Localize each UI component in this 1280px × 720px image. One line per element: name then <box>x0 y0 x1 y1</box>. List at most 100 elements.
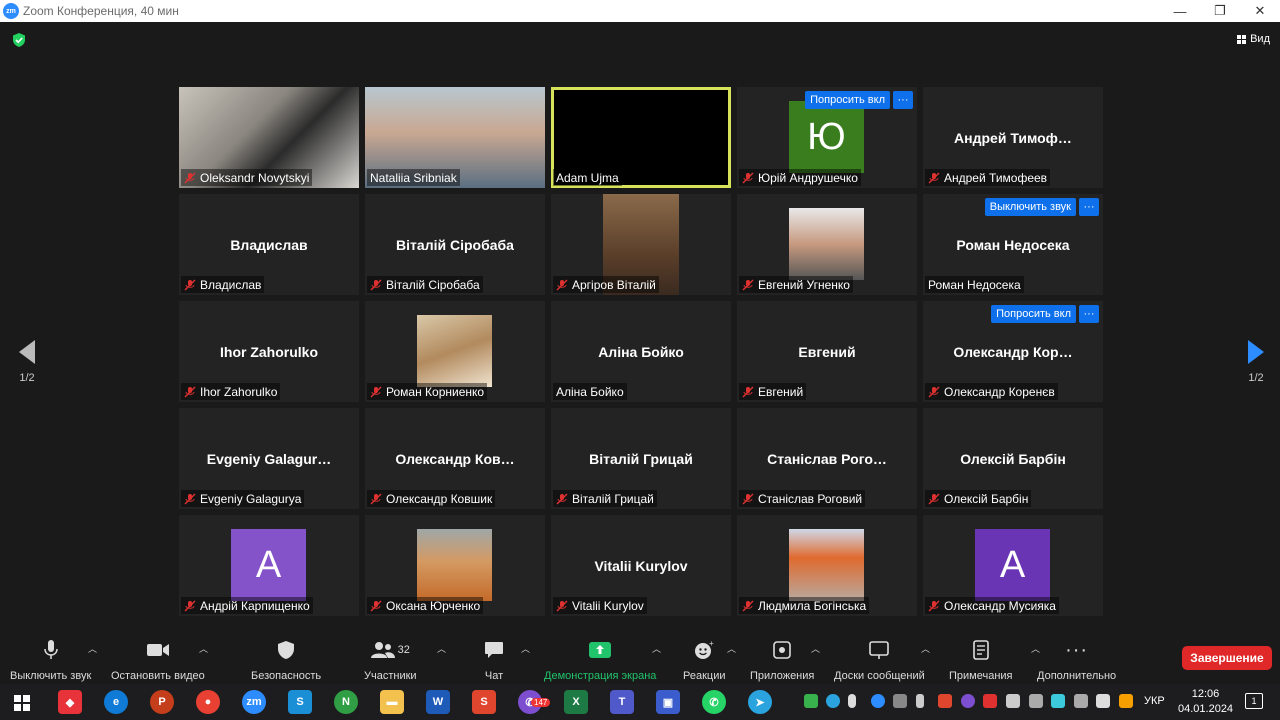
chrome-profile-icon[interactable]: N <box>334 690 358 714</box>
tile-more-button[interactable]: ··· <box>1079 198 1099 216</box>
participant-tile[interactable]: A Олександр Мусияка <box>923 515 1103 616</box>
participant-tile[interactable]: Станіслав Рого… Станіслав Роговий <box>737 408 917 509</box>
participant-tile[interactable]: Олексій Барбін Олексій Барбін <box>923 408 1103 509</box>
muted-mic-icon <box>928 172 940 183</box>
share-options-caret[interactable]: ︿ <box>652 642 661 655</box>
participant-tile[interactable]: Оксана Юрченко <box>365 515 545 616</box>
participant-tile[interactable]: Vitalii Kurylov Vitalii Kurylov <box>551 515 731 616</box>
input-language[interactable]: УКР <box>1144 695 1165 707</box>
zoom-taskbar-icon[interactable]: zm <box>242 690 266 714</box>
save-disk-icon[interactable]: ▣ <box>656 690 680 714</box>
end-meeting-button[interactable]: Завершение <box>1182 646 1272 670</box>
participant-tile[interactable]: Аргіров Віталій <box>551 194 731 295</box>
audio-options-caret[interactable]: ︿ <box>88 642 97 655</box>
apps-options-caret[interactable]: ︿ <box>811 642 820 655</box>
s-app-icon[interactable]: S <box>472 690 496 714</box>
tray-speaker-muted-icon[interactable] <box>983 694 997 708</box>
participant-tile[interactable]: Віталій Грицай Віталій Грицай <box>551 408 731 509</box>
mute-participant-button[interactable]: Выключить звук <box>984 198 1076 216</box>
windows-start-icon[interactable] <box>14 695 30 711</box>
participant-tile[interactable]: Андрей Тимоф… Андрей Тимофеев <box>923 87 1103 188</box>
more-label: Дополнительно <box>1037 670 1117 682</box>
tray-zoom-icon[interactable] <box>871 694 885 708</box>
participant-tile[interactable]: Роман Недосека Выключить звук ··· Роман Нед… <box>923 194 1103 295</box>
taskbar-clock[interactable]: 12:06 04.01.2024 <box>1178 687 1233 717</box>
tray-notify-icon[interactable] <box>1119 694 1133 708</box>
participant-tile[interactable]: Ю Попросить вкл ··· Юрій Андрушечко <box>737 87 917 188</box>
chat-button[interactable]: Чат <box>484 638 504 682</box>
whiteboards-button[interactable]: Доски сообщений <box>834 638 925 682</box>
more-button[interactable]: ··· Дополнительно <box>1037 638 1117 683</box>
participant-tile[interactable]: Віталій Сіробаба Віталій Сіробаба <box>365 194 545 295</box>
participant-tile[interactable]: Олександр Ков… Олександр Ковшик <box>365 408 545 509</box>
tray-cloud-icon[interactable] <box>1051 694 1065 708</box>
tray-network-icon[interactable] <box>1029 694 1043 708</box>
participant-tile[interactable]: Evgeniy Galagur… Evgeniy Galagurya <box>179 408 359 509</box>
tray-device-icon[interactable] <box>1074 694 1088 708</box>
apps-button[interactable]: Приложения <box>750 638 814 682</box>
tray-monitor-icon[interactable] <box>893 694 907 708</box>
participant-tile[interactable]: Ihor Zahorulko Ihor Zahorulko <box>179 301 359 402</box>
tray-viber-icon[interactable] <box>961 694 975 708</box>
close-button[interactable]: ✕ <box>1240 0 1280 22</box>
participants-button[interactable]: 32 Участники <box>364 638 417 682</box>
notes-button[interactable]: Примечания <box>949 638 1013 682</box>
view-button[interactable]: Вид <box>1237 33 1270 45</box>
participant-tile[interactable]: Владислав Владислав <box>179 194 359 295</box>
next-page-button[interactable]: 1/2 <box>1241 340 1271 384</box>
participant-tile[interactable]: Adam Ujma <box>551 87 731 188</box>
word-icon[interactable]: W <box>426 690 450 714</box>
participants-options-caret[interactable]: ︿ <box>437 642 446 655</box>
video-options-caret[interactable]: ︿ <box>199 642 208 655</box>
participant-tile[interactable]: Oleksandr Novytskyi <box>179 87 359 188</box>
participant-tile[interactable]: A Андрій Карпищенко <box>179 515 359 616</box>
participant-tile[interactable]: Людмила Богінська <box>737 515 917 616</box>
notification-center-icon[interactable]: 1 <box>1245 693 1263 709</box>
whatsapp-icon[interactable]: ✆ <box>702 690 726 714</box>
share-screen-button[interactable]: Демонстрация экрана <box>544 638 656 682</box>
ask-unmute-button[interactable]: Попросить вкл <box>805 91 890 109</box>
tile-more-button[interactable]: ··· <box>893 91 913 109</box>
page-indicator-left: 1/2 <box>19 372 35 384</box>
tile-more-button[interactable]: ··· <box>1079 305 1099 323</box>
skype-icon[interactable]: S <box>288 690 312 714</box>
reactions-button[interactable]: + Реакции <box>683 638 726 682</box>
telegram-icon[interactable]: ➤ <box>748 690 772 714</box>
tray-s-icon[interactable] <box>938 694 952 708</box>
muted-mic-icon <box>928 386 940 397</box>
minimize-button[interactable]: — <box>1160 0 1200 22</box>
previous-page-button[interactable]: 1/2 <box>12 340 42 384</box>
reactions-options-caret[interactable]: ︿ <box>727 642 736 655</box>
chrome-icon[interactable]: ● <box>196 690 220 714</box>
participant-tile[interactable]: Олександр Кор… Попросить вкл ··· Олександр … <box>923 301 1103 402</box>
security-button[interactable]: Безопасность <box>251 638 321 682</box>
tray-check-icon[interactable] <box>804 694 818 708</box>
participant-name: Ihor Zahorulko <box>200 384 278 399</box>
chat-options-caret[interactable]: ︿ <box>521 642 530 655</box>
security-shield-icon[interactable] <box>12 33 26 47</box>
powerpoint-icon[interactable]: P <box>150 690 174 714</box>
participant-tile[interactable]: Евгений Угненко <box>737 194 917 295</box>
participant-tile[interactable]: Роман Корниенко <box>365 301 545 402</box>
tray-battery-icon[interactable] <box>1006 694 1020 708</box>
clock-time: 12:06 <box>1191 688 1220 700</box>
participant-name-label: Людмила Богінська <box>739 597 870 614</box>
participant-tile[interactable]: Аліна Бойко Аліна Бойко <box>551 301 731 402</box>
edge-browser-icon[interactable]: e <box>104 690 128 714</box>
tray-usb-icon[interactable] <box>916 694 924 708</box>
stop-video-button[interactable]: Остановить видео <box>111 638 205 682</box>
tray-volume-icon[interactable] <box>1096 694 1110 708</box>
ask-unmute-button[interactable]: Попросить вкл <box>991 305 1076 323</box>
svg-text:+: + <box>709 640 714 648</box>
whiteboards-options-caret[interactable]: ︿ <box>921 642 930 655</box>
participant-tile[interactable]: Nataliia Sribniak <box>365 87 545 188</box>
tray-telegram-icon[interactable] <box>826 694 840 708</box>
participant-tile[interactable]: Евгений Евгений <box>737 301 917 402</box>
teams-icon[interactable]: T <box>610 690 634 714</box>
tray-microphone-icon[interactable] <box>848 694 856 708</box>
restore-button[interactable]: ❐ <box>1200 0 1240 22</box>
mute-button[interactable]: Выключить звук <box>10 638 91 682</box>
excel-icon[interactable]: X <box>564 690 588 714</box>
anydesk-icon[interactable]: ◆ <box>58 690 82 714</box>
file-explorer-icon[interactable]: ▬ <box>380 690 404 714</box>
